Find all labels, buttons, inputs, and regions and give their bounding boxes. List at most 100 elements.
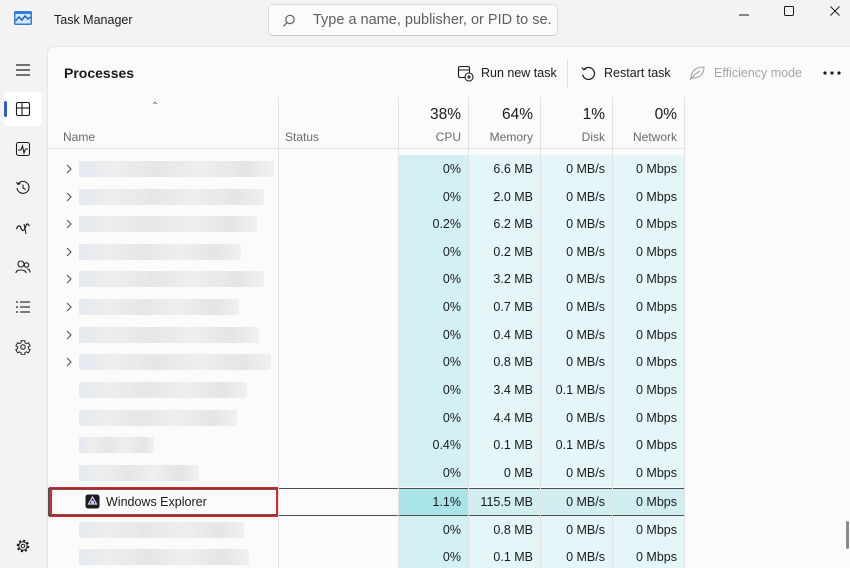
- column-header-cpu[interactable]: 38% CPU: [398, 97, 468, 149]
- column-header-status[interactable]: Status: [278, 97, 398, 149]
- blurred-process-name: [79, 189, 264, 205]
- expand-chevron-icon[interactable]: [63, 246, 75, 258]
- run-new-task-label: Run new task: [481, 66, 557, 80]
- nav-performance[interactable]: [4, 132, 42, 166]
- vertical-scrollbar[interactable]: [846, 521, 849, 549]
- nav-startup-apps[interactable]: [4, 211, 42, 245]
- memory-cell: 0.1 MB: [468, 543, 540, 568]
- network-cell: 0 Mbps: [612, 516, 684, 544]
- cpu-cell: 0%: [398, 516, 468, 544]
- services-icon: [15, 340, 31, 355]
- expand-chevron-icon[interactable]: [63, 301, 75, 313]
- disk-cell: 0 MB/s: [540, 348, 612, 376]
- title-bar: Task Manager: [0, 0, 850, 44]
- disk-cell: 0 MB/s: [540, 155, 612, 183]
- cpu-cell: 0%: [398, 293, 468, 321]
- app-title: Task Manager: [54, 13, 133, 27]
- memory-cell: 0.1 MB: [468, 431, 540, 459]
- search-input[interactable]: [313, 10, 551, 30]
- network-cell: 0 Mbps: [612, 543, 684, 568]
- table-row-selected[interactable]: Windows Explorer 1.1% 115.5 MB 0 MB/s 0 Mbps: [48, 487, 850, 517]
- expand-chevron-icon[interactable]: [63, 163, 75, 175]
- nav-app-history[interactable]: [4, 171, 42, 205]
- table-row[interactable]: 0% 2.0 MB 0 MB/s 0 Mbps: [48, 183, 850, 211]
- disk-cell: 0 MB/s: [540, 210, 612, 238]
- table-row[interactable]: 0% 3.2 MB 0 MB/s 0 Mbps: [48, 265, 850, 293]
- disk-cell: 0 MB/s: [540, 543, 612, 568]
- memory-cell: 0.2 MB: [468, 238, 540, 266]
- table-row[interactable]: 0% 0 MB 0 MB/s 0 Mbps: [48, 459, 850, 487]
- nav-services[interactable]: [4, 330, 42, 364]
- table-row[interactable]: 0% 0.1 MB 0 MB/s 0 Mbps: [48, 543, 850, 568]
- cpu-cell: 0%: [398, 265, 468, 293]
- column-status-label: Status: [285, 130, 320, 144]
- restart-task-button[interactable]: Restart task: [580, 61, 671, 85]
- column-header-disk[interactable]: 1% Disk: [540, 97, 612, 149]
- sort-ascending-icon: ⌃: [151, 101, 160, 112]
- nav-processes[interactable]: [4, 92, 42, 126]
- disk-total: 1%: [582, 106, 605, 123]
- table-row[interactable]: 0% 0.7 MB 0 MB/s 0 Mbps: [48, 293, 850, 321]
- column-name-label: Name: [63, 130, 96, 144]
- expand-chevron-icon[interactable]: [63, 191, 75, 203]
- blurred-process-name: [79, 299, 239, 315]
- memory-total: 64%: [501, 106, 533, 123]
- disk-cell: 0 MB/s: [540, 404, 612, 432]
- expand-chevron-icon[interactable]: [63, 218, 75, 230]
- cpu-cell: 0%: [398, 459, 468, 487]
- memory-cell: 4.4 MB: [468, 404, 540, 432]
- cpu-cell: 0%: [398, 404, 468, 432]
- more-options-button[interactable]: [820, 63, 844, 83]
- cpu-cell: 0%: [398, 543, 468, 568]
- expand-chevron-icon[interactable]: [63, 329, 75, 341]
- disk-cell: 0 MB/s: [540, 293, 612, 321]
- table-row[interactable]: 0% 0.4 MB 0 MB/s 0 Mbps: [48, 321, 850, 349]
- users-icon: [15, 260, 31, 274]
- disk-cell: 0 MB/s: [540, 183, 612, 211]
- cpu-cell: 0%: [398, 321, 468, 349]
- column-header-network[interactable]: 0% Network: [612, 97, 684, 149]
- column-header-memory[interactable]: 64% Memory: [468, 97, 540, 149]
- nav-users[interactable]: [4, 250, 42, 284]
- blurred-process-name: [79, 161, 274, 177]
- table-row[interactable]: 0% 3.4 MB 0.1 MB/s 0 Mbps: [48, 376, 850, 404]
- search-box[interactable]: [268, 4, 558, 36]
- memory-cell: 0 MB: [468, 459, 540, 487]
- disk-cell: 0 MB/s: [540, 459, 612, 487]
- table-row[interactable]: 0% 6.6 MB 0 MB/s 0 Mbps: [48, 155, 850, 183]
- table-row[interactable]: 0% 4.4 MB 0 MB/s 0 Mbps: [48, 404, 850, 432]
- maximize-button[interactable]: [766, 0, 812, 22]
- nav-menu-button[interactable]: [4, 53, 42, 87]
- blurred-process-name: [79, 465, 199, 481]
- table-row[interactable]: 0.2% 6.2 MB 0 MB/s 0 Mbps: [48, 210, 850, 238]
- nav-settings[interactable]: [4, 529, 42, 563]
- table-row[interactable]: 0% 0.2 MB 0 MB/s 0 Mbps: [48, 238, 850, 266]
- processes-panel: Processes Run new task Restart task Effi…: [47, 46, 850, 568]
- blurred-process-name: [79, 271, 264, 287]
- table-row[interactable]: 0% 0.8 MB 0 MB/s 0 Mbps: [48, 348, 850, 376]
- cpu-cell: 0%: [398, 238, 468, 266]
- blurred-process-name: [79, 522, 244, 538]
- disk-cell: 0 MB/s: [540, 265, 612, 293]
- minimize-button[interactable]: [721, 0, 767, 22]
- run-new-task-icon: [457, 65, 474, 82]
- column-divider: [278, 97, 279, 568]
- cpu-cell: 0%: [398, 183, 468, 211]
- table-row[interactable]: 0.4% 0.1 MB 0.1 MB/s 0 Mbps: [48, 431, 850, 459]
- nav-details[interactable]: [4, 290, 42, 324]
- close-button[interactable]: [812, 0, 850, 22]
- expand-chevron-icon[interactable]: [63, 356, 75, 368]
- network-cell: 0 Mbps: [612, 431, 684, 459]
- efficiency-mode-button[interactable]: Efficiency mode: [689, 61, 802, 85]
- column-cpu-label: CPU: [435, 130, 461, 144]
- column-memory-label: Memory: [489, 130, 533, 144]
- nav-active-indicator: [4, 101, 7, 117]
- column-header-name[interactable]: ⌃ Name: [48, 97, 278, 149]
- search-icon: [283, 14, 295, 27]
- cpu-cell: 0%: [398, 155, 468, 183]
- column-disk-label: Disk: [581, 130, 605, 144]
- table-row[interactable]: 0% 0.8 MB 0 MB/s 0 Mbps: [48, 516, 850, 544]
- run-new-task-button[interactable]: Run new task: [457, 61, 557, 85]
- maximize-icon: [784, 6, 794, 16]
- expand-chevron-icon[interactable]: [63, 273, 75, 285]
